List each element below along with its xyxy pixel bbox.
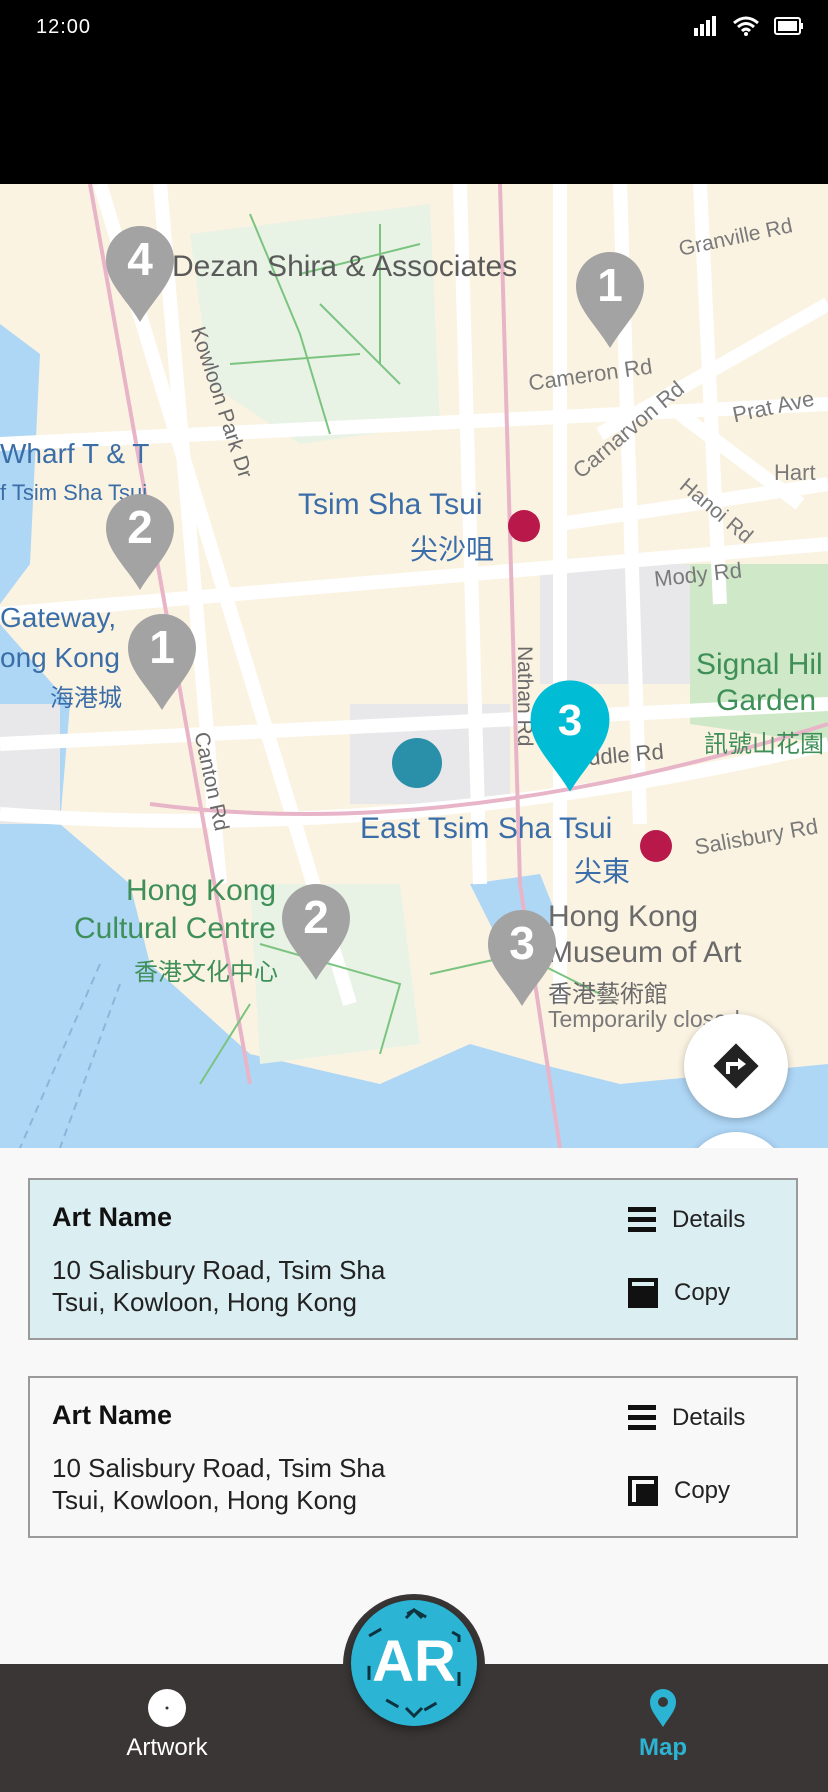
map-label: Garden	[716, 684, 817, 717]
status-icons	[694, 16, 804, 36]
wifi-icon	[733, 16, 759, 36]
map-label: Hong Kong	[548, 900, 699, 933]
directions-icon	[713, 1043, 759, 1089]
map-label: 香港文化中心	[134, 959, 278, 986]
art-card-address: 10 Salisbury Road, Tsim Sha Tsui, Kowloo…	[52, 1453, 386, 1515]
map-pin-icon	[650, 1689, 676, 1727]
copy-icon	[628, 1476, 658, 1506]
art-card-title: Art Name	[52, 1202, 173, 1232]
battery-icon	[774, 17, 803, 35]
map-view[interactable]: Dezan Shira & Associates Granville Rd Ca…	[0, 184, 828, 1148]
artwork-icon	[148, 1689, 186, 1727]
status-time: 12:00	[36, 16, 92, 38]
map-label: 海港城	[50, 685, 122, 712]
map-label: Hong Kong	[126, 874, 277, 907]
nav-map[interactable]: Map	[608, 1688, 718, 1762]
map-pin[interactable]: 2	[104, 492, 176, 592]
map-label: Dezan Shira & Associates	[172, 250, 518, 283]
map-label: Wharf T & T	[0, 438, 150, 469]
map-pin-selected[interactable]: 3	[528, 678, 612, 794]
map-label: East Tsim Sha Tsui	[360, 812, 613, 845]
copy-button[interactable]: Copy	[628, 1278, 730, 1308]
map-pin[interactable]: 1	[574, 250, 646, 350]
map-pin[interactable]: 1	[126, 612, 198, 712]
map-pin[interactable]: 4	[104, 224, 176, 324]
map-pin[interactable]: 2	[280, 882, 352, 982]
details-button[interactable]: Details	[628, 1404, 745, 1432]
ar-button[interactable]: AR	[351, 1600, 477, 1726]
map-label: Signal Hil	[696, 648, 823, 681]
map-label: Museum of Art	[548, 936, 742, 969]
map-label: Cultural Centre	[74, 912, 276, 945]
signal-icon	[694, 16, 716, 36]
map-label: 尖東	[574, 856, 631, 887]
map-label: Gateway,	[0, 602, 117, 633]
map-label: 尖沙咀	[410, 534, 495, 565]
art-card[interactable]: Art Name 10 Salisbury Road, Tsim Sha Tsu…	[28, 1376, 798, 1538]
map-label: Tsim Sha Tsui	[298, 488, 483, 521]
user-location-dot	[392, 738, 442, 788]
map-pin[interactable]: 3	[486, 908, 558, 1008]
copy-icon	[628, 1278, 658, 1308]
map-label: ong Kong	[0, 642, 120, 673]
directions-button[interactable]	[684, 1014, 788, 1118]
menu-icon	[628, 1207, 656, 1232]
status-bar: 12:00	[0, 0, 828, 184]
nav-artwork[interactable]: Artwork	[112, 1688, 222, 1762]
map-label: Hart	[774, 460, 816, 485]
menu-icon	[628, 1405, 656, 1430]
map-label: 訊號山花園	[704, 731, 824, 758]
art-card-address: 10 Salisbury Road, Tsim Sha Tsui, Kowloo…	[52, 1255, 386, 1317]
art-card-title: Art Name	[52, 1400, 173, 1430]
copy-button[interactable]: Copy	[628, 1476, 730, 1506]
map-label: 香港藝術館	[548, 981, 668, 1008]
art-card[interactable]: Art Name 10 Salisbury Road, Tsim Sha Tsu…	[28, 1178, 798, 1340]
details-button[interactable]: Details	[628, 1206, 745, 1234]
